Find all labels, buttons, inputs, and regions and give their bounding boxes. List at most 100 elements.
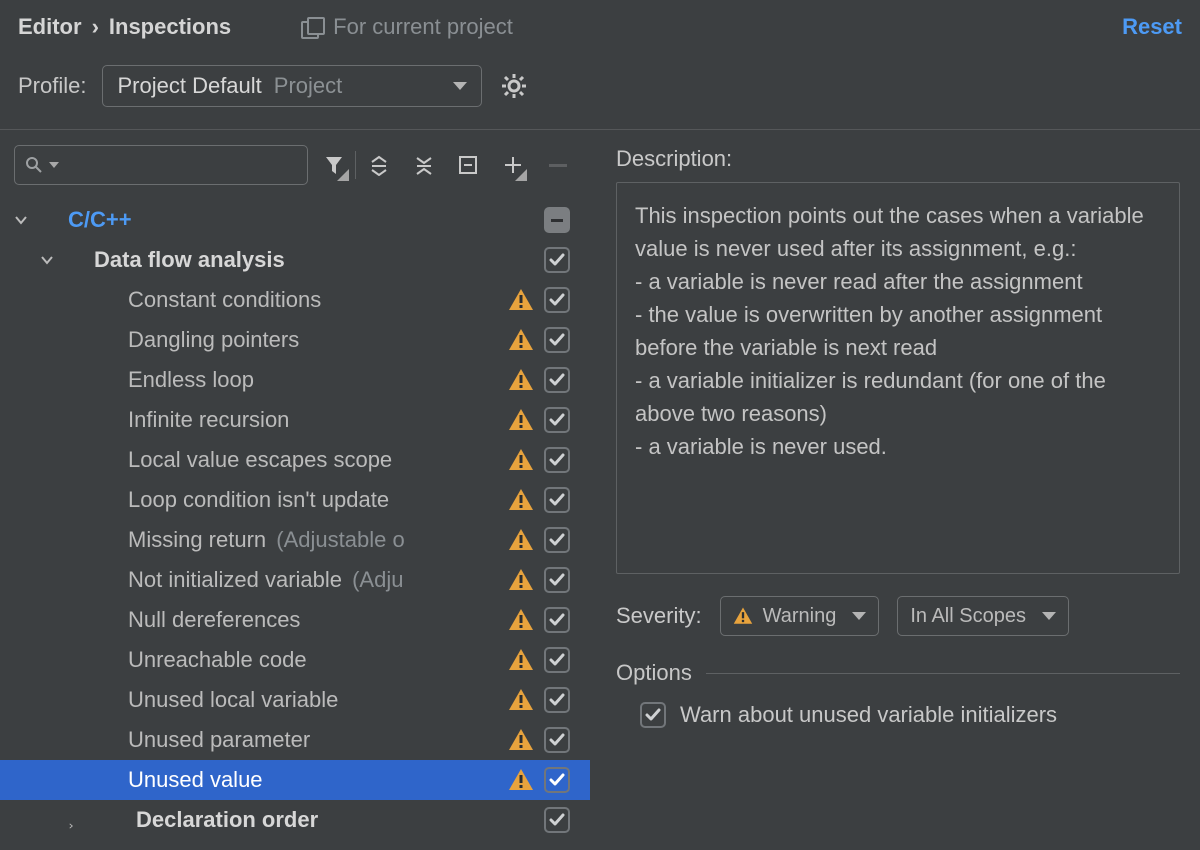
remove-button[interactable] [539, 145, 576, 185]
tristate-checkbox[interactable] [544, 207, 570, 233]
checkbox[interactable] [544, 767, 570, 793]
tree-item[interactable]: Unused parameter [0, 720, 590, 760]
warning-icon [508, 767, 534, 793]
checkbox[interactable] [544, 607, 570, 633]
divider [706, 673, 1180, 674]
search-field[interactable] [65, 155, 297, 176]
profile-badge: Project [274, 73, 342, 99]
tree-item[interactable]: Local value escapes scope [0, 440, 590, 480]
expand-all-button[interactable] [361, 145, 398, 185]
reset-button[interactable]: Reset [1122, 14, 1182, 40]
warning-icon [508, 447, 534, 473]
tree-item-hint: (Adjustable o [276, 527, 404, 552]
checkbox[interactable] [544, 327, 570, 353]
checkbox[interactable] [544, 287, 570, 313]
checkbox[interactable] [544, 447, 570, 473]
tree-item-label: Infinite recursion [128, 407, 289, 433]
warning-icon [733, 606, 753, 626]
chevron-down-icon [852, 612, 866, 620]
tree-item-label: Constant conditions [128, 287, 321, 313]
tree-group-collapsed[interactable]: Declaration order [0, 800, 590, 840]
profile-combobox[interactable]: Project Default Project [102, 65, 482, 107]
chevron-down-icon[interactable] [38, 251, 56, 269]
tree-item-label: Unused value [128, 767, 263, 793]
tree-item[interactable]: Constant conditions [0, 280, 590, 320]
collapse-all-button[interactable] [405, 145, 442, 185]
tree-category[interactable]: C/C++ [0, 200, 590, 240]
tree-item[interactable]: Dangling pointers [0, 320, 590, 360]
tree-group-label: Data flow analysis [94, 247, 285, 273]
dropdown-corner-icon [337, 169, 349, 181]
add-button[interactable] [495, 145, 532, 185]
options-section-header: Options [616, 660, 1180, 686]
tree-item[interactable]: Unreachable code [0, 640, 590, 680]
chevron-down-icon [453, 82, 467, 90]
expand-all-icon [368, 154, 390, 176]
description-box: This inspection points out the cases whe… [616, 182, 1180, 574]
tree-item-label: Endless loop [128, 367, 254, 393]
tree-item-label: Local value escapes scope [128, 447, 392, 473]
scope-combobox[interactable]: In All Scopes [897, 596, 1069, 636]
search-history-dropdown-icon[interactable] [49, 162, 59, 168]
checkbox[interactable] [544, 567, 570, 593]
scope-indicator: For current project [301, 14, 513, 40]
tree-item[interactable]: Null dereferences [0, 600, 590, 640]
tree-item[interactable]: Missing return (Adjustable o [0, 520, 590, 560]
description-label: Description: [616, 146, 1180, 172]
chevron-right-icon[interactable] [38, 811, 98, 829]
breadcrumb-inspections[interactable]: Inspections [109, 14, 231, 40]
tree-item[interactable]: Unused local variable [0, 680, 590, 720]
tree-indent [12, 811, 30, 829]
scope-value: In All Scopes [910, 605, 1026, 628]
checkbox[interactable] [544, 487, 570, 513]
checkbox[interactable] [544, 687, 570, 713]
warning-icon [508, 487, 534, 513]
warning-icon [508, 567, 534, 593]
breadcrumb: Editor › Inspections [18, 14, 231, 40]
checkbox[interactable] [544, 367, 570, 393]
options-title: Options [616, 660, 692, 686]
chevron-down-icon [1042, 612, 1056, 620]
inspection-tree[interactable]: C/C++ Data flow analysis Constant condit… [0, 200, 590, 850]
profile-name: Project Default [117, 73, 261, 99]
tree-item[interactable]: Endless loop [0, 360, 590, 400]
collapse-all-icon [413, 154, 435, 176]
filter-button[interactable] [316, 145, 353, 185]
checkbox[interactable] [544, 247, 570, 273]
minus-icon [549, 164, 567, 167]
warning-icon [508, 647, 534, 673]
select-all-icon [457, 154, 479, 176]
checkbox[interactable] [640, 702, 666, 728]
copy-icon [301, 17, 325, 37]
tree-item[interactable]: Infinite recursion [0, 400, 590, 440]
checkbox[interactable] [544, 727, 570, 753]
checkbox[interactable] [544, 647, 570, 673]
chevron-down-icon[interactable] [12, 211, 30, 229]
warning-icon [508, 407, 534, 433]
search-icon [25, 156, 43, 174]
tree-item[interactable]: Unused value [0, 760, 590, 800]
checkbox[interactable] [544, 527, 570, 553]
tree-item[interactable]: Loop condition isn't update [0, 480, 590, 520]
dropdown-corner-icon [515, 169, 527, 181]
option-label: Warn about unused variable initializers [680, 702, 1057, 728]
warning-icon [508, 687, 534, 713]
checkbox[interactable] [544, 407, 570, 433]
profile-settings-button[interactable] [498, 70, 530, 102]
severity-combobox[interactable]: Warning [720, 596, 880, 636]
scope-text: For current project [333, 14, 513, 40]
tree-group[interactable]: Data flow analysis [0, 240, 590, 280]
breadcrumb-separator: › [92, 14, 99, 40]
select-all-button[interactable] [450, 145, 487, 185]
breadcrumb-editor[interactable]: Editor [18, 14, 82, 40]
severity-value: Warning [763, 605, 837, 628]
checkbox[interactable] [544, 807, 570, 833]
tree-category-label: C/C++ [68, 207, 132, 233]
option-row[interactable]: Warn about unused variable initializers [616, 702, 1180, 728]
gear-icon [501, 73, 527, 99]
warning-icon [508, 287, 534, 313]
search-input[interactable] [14, 145, 308, 185]
tree-item[interactable]: Not initialized variable (Adju [0, 560, 590, 600]
warning-icon [508, 327, 534, 353]
tree-item-label: Unused local variable [128, 687, 338, 713]
